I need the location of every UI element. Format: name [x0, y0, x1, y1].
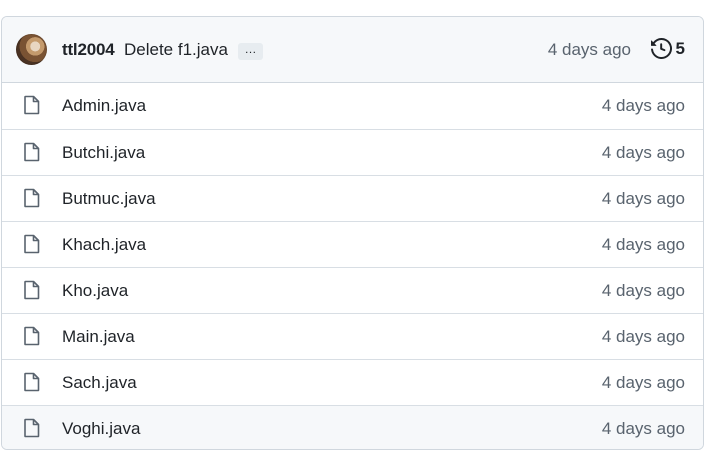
commit-message[interactable]: Delete f1.java [124, 40, 228, 60]
commit-time[interactable]: 4 days ago [548, 40, 631, 60]
file-row[interactable]: Butchi.java 4 days ago [2, 129, 703, 175]
file-time[interactable]: 4 days ago [602, 419, 685, 439]
file-name-link[interactable]: Butmuc.java [62, 189, 156, 209]
file-name-link[interactable]: Kho.java [62, 281, 128, 301]
file-icon [24, 188, 40, 208]
file-icon [24, 418, 40, 438]
file-icon [24, 95, 40, 115]
latest-commit-bar: ttl2004 Delete f1.java … 4 days ago 5 [2, 17, 703, 83]
file-time[interactable]: 4 days ago [602, 189, 685, 209]
file-time[interactable]: 4 days ago [602, 143, 685, 163]
expand-commit-message-button[interactable]: … [238, 43, 263, 60]
file-row[interactable]: Voghi.java 4 days ago [2, 405, 703, 449]
file-icon [24, 280, 40, 300]
file-time[interactable]: 4 days ago [602, 281, 685, 301]
file-time[interactable]: 4 days ago [602, 235, 685, 255]
file-time[interactable]: 4 days ago [602, 96, 685, 116]
history-count: 5 [675, 38, 685, 58]
history-icon [650, 38, 672, 59]
file-name-link[interactable]: Butchi.java [62, 143, 145, 163]
file-row[interactable]: Butmuc.java 4 days ago [2, 175, 703, 221]
file-name-link[interactable]: Admin.java [62, 96, 146, 116]
file-icon [24, 372, 40, 392]
file-row[interactable]: Main.java 4 days ago [2, 313, 703, 359]
file-name-link[interactable]: Main.java [62, 327, 135, 347]
file-list-panel: ttl2004 Delete f1.java … 4 days ago 5 Ad… [1, 16, 704, 450]
file-row[interactable]: Khach.java 4 days ago [2, 221, 703, 267]
file-time[interactable]: 4 days ago [602, 327, 685, 347]
avatar[interactable] [16, 34, 47, 65]
file-name-link[interactable]: Sach.java [62, 373, 137, 393]
file-icon [24, 326, 40, 346]
file-icon [24, 234, 40, 254]
commit-author[interactable]: ttl2004 [62, 40, 115, 60]
file-row[interactable]: Sach.java 4 days ago [2, 359, 703, 405]
file-row[interactable]: Kho.java 4 days ago [2, 267, 703, 313]
file-time[interactable]: 4 days ago [602, 373, 685, 393]
file-icon [24, 142, 40, 162]
file-row[interactable]: Admin.java 4 days ago [2, 83, 703, 129]
file-name-link[interactable]: Voghi.java [62, 419, 140, 439]
commit-history-link[interactable]: 5 [650, 38, 685, 59]
file-name-link[interactable]: Khach.java [62, 235, 146, 255]
file-list: Admin.java 4 days ago Butchi.java 4 days… [2, 83, 703, 449]
